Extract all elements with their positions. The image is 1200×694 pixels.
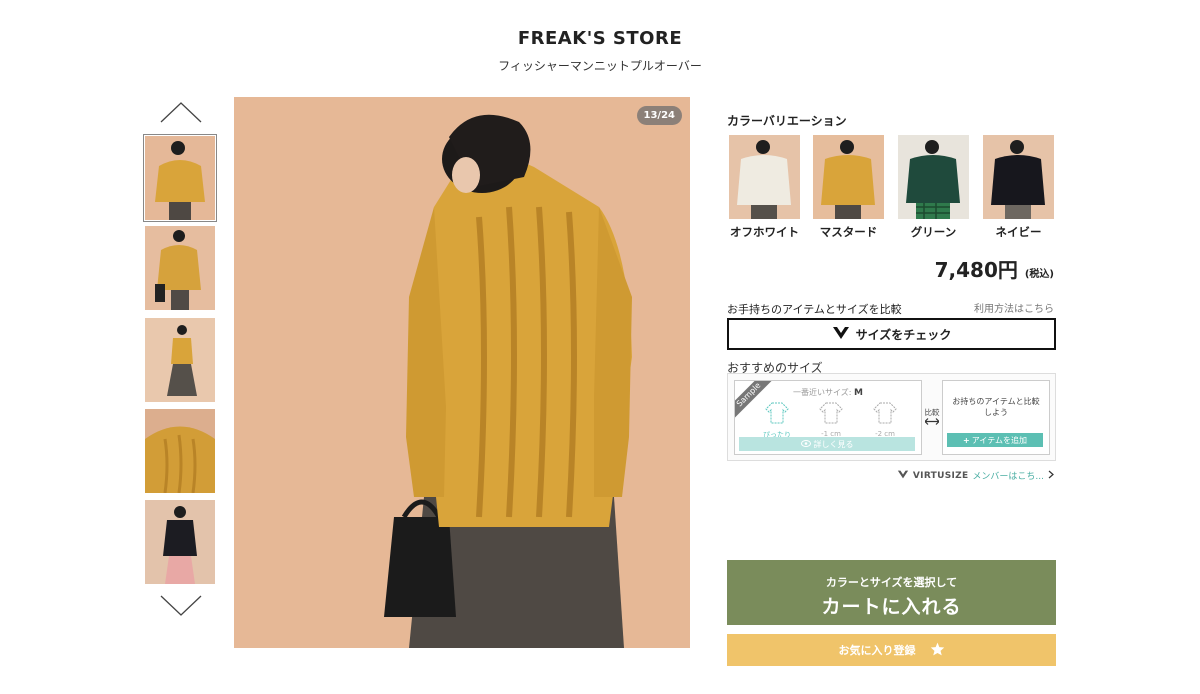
- add-item-button[interactable]: + アイテムを追加: [947, 433, 1043, 447]
- garment-outline-icon: [873, 402, 897, 424]
- size-recommendation-panel: Sample 一番近いサイズ: M ぴったり -1 cm -2 cm 詳しく見る: [734, 380, 922, 455]
- fit-option: -1 cm: [811, 401, 851, 438]
- color-swatch-green[interactable]: グリーン: [898, 135, 969, 240]
- virtusize-footer: VIRTUSIZE メンバーはこち...: [897, 469, 1054, 482]
- eye-icon: [800, 439, 811, 449]
- size-check-button[interactable]: サイズをチェック: [727, 318, 1056, 350]
- favorite-label: お気に入り登録: [838, 644, 916, 657]
- chevron-up-icon[interactable]: [160, 100, 202, 124]
- cart-main-label: カートに入れる: [821, 596, 962, 618]
- virtusize-logo-icon: [832, 326, 850, 343]
- chevron-right-icon[interactable]: [1048, 470, 1054, 482]
- garment-outline-icon: [819, 402, 843, 424]
- color-label: グリーン: [910, 225, 957, 239]
- detail-button[interactable]: 詳しく見る: [739, 437, 915, 451]
- fit-option: -2 cm: [865, 401, 905, 438]
- cart-sub-label: カラーとサイズを選択して: [825, 576, 958, 589]
- price-tax: (税込): [1024, 269, 1054, 280]
- howto-link[interactable]: 利用方法はこちら: [974, 300, 1054, 315]
- color-swatch-image: [983, 135, 1054, 219]
- detail-button-label: 詳しく見る: [813, 439, 854, 449]
- color-swatch-mustard[interactable]: マスタード: [813, 135, 884, 240]
- thumbnail-5[interactable]: [145, 500, 215, 584]
- virtusize-brand: VIRTUSIZE: [912, 470, 969, 481]
- color-label: マスタード: [819, 225, 878, 239]
- size-check-label: サイズをチェック: [855, 327, 952, 342]
- color-label: オフホワイト: [730, 225, 799, 239]
- thumbnail-2[interactable]: [145, 226, 215, 310]
- size-compare-label: お手持ちのアイテムとサイズを比較: [727, 303, 902, 316]
- color-swatch-image: [729, 135, 800, 219]
- star-icon: [930, 642, 945, 659]
- swap-arrows-icon: [924, 418, 940, 425]
- main-product-image[interactable]: 13/24: [234, 97, 690, 648]
- thumbnail-3[interactable]: [145, 318, 215, 402]
- thumbnail-4[interactable]: [145, 409, 215, 493]
- plus-icon: +: [963, 435, 970, 445]
- best-size-value: M: [854, 388, 863, 398]
- compare-message: お持ちのアイテムと比較しよう: [952, 397, 1040, 417]
- compare-text: 比較: [924, 408, 940, 417]
- brand-logo[interactable]: FREAK'S STORE: [0, 28, 1200, 49]
- color-variation-title: カラーバリエーション: [727, 114, 847, 128]
- product-name: フィッシャーマンニットプルオーバー: [498, 59, 702, 73]
- add-to-cart-button[interactable]: カラーとサイズを選択して カートに入れる: [727, 560, 1056, 625]
- thumbnail-1[interactable]: [143, 134, 217, 222]
- add-item-label: アイテムを追加: [971, 435, 1027, 445]
- virtusize-widget: Sample 一番近いサイズ: M ぴったり -1 cm -2 cm 詳しく見る…: [727, 373, 1056, 461]
- best-size: 一番近いサイズ: M: [735, 387, 921, 398]
- color-swatch-offwhite[interactable]: オフホワイト: [729, 135, 800, 240]
- garment-outline-icon: [765, 402, 789, 424]
- virtusize-logo-icon: [897, 470, 909, 482]
- chevron-down-icon[interactable]: [160, 594, 202, 618]
- favorite-button[interactable]: お気に入り登録: [727, 634, 1056, 666]
- image-counter: 13/24: [636, 106, 682, 125]
- member-link[interactable]: メンバーはこち...: [972, 469, 1044, 482]
- color-swatch-image: [813, 135, 884, 219]
- compare-indicator: 比較: [922, 407, 942, 427]
- color-swatch-image: [898, 135, 969, 219]
- color-swatch-navy[interactable]: ネイビー: [983, 135, 1054, 240]
- price-amount: 7,480円: [934, 258, 1018, 282]
- fit-option: ぴったり: [757, 401, 797, 440]
- compare-item-panel: お持ちのアイテムと比較しよう + アイテムを追加: [942, 380, 1050, 455]
- color-label: ネイビー: [995, 225, 1042, 239]
- best-size-prefix: 一番近いサイズ:: [793, 388, 852, 397]
- price: 7,480円 (税込): [935, 254, 1054, 283]
